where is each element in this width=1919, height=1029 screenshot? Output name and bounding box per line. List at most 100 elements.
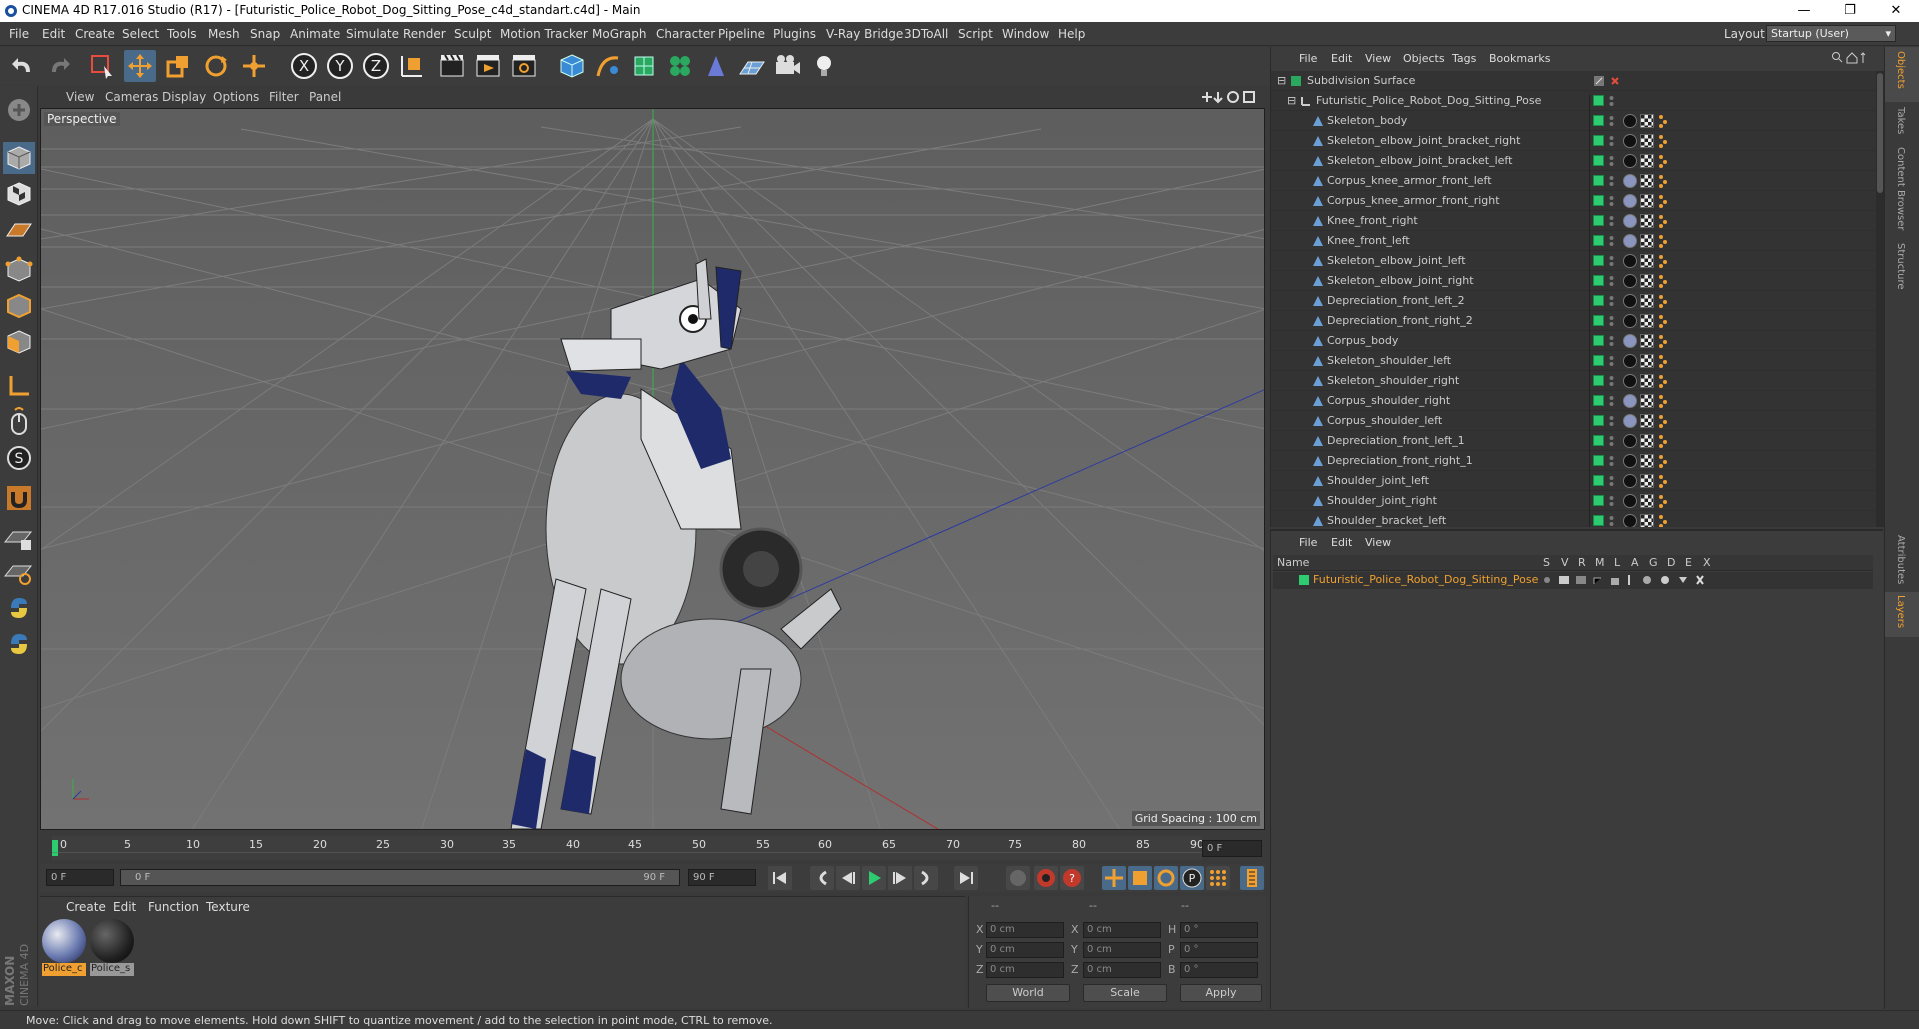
record-position-button[interactable]	[1006, 866, 1030, 890]
phong-tag-icon[interactable]	[1658, 494, 1668, 508]
apply-button[interactable]: Apply	[1180, 984, 1262, 1002]
timeline-ruler[interactable]: 0 5 10 15 20 25 30 35 40 45 50 55 60 65 …	[40, 832, 1265, 864]
texture-tag-icon[interactable]	[1623, 434, 1637, 448]
record-active-objects-button[interactable]	[1034, 866, 1058, 890]
phong-tag-icon[interactable]	[1658, 334, 1668, 348]
material-menu-edit[interactable]: Edit	[113, 900, 136, 914]
menu-file[interactable]: File	[9, 27, 29, 41]
size-mode-dropdown[interactable]: Scale	[1083, 984, 1167, 1002]
texture-tag-icon[interactable]	[1623, 374, 1637, 388]
phong-tag-icon[interactable]	[1658, 194, 1668, 208]
size-x-field[interactable]: 0 cm	[1083, 922, 1161, 938]
checker-tag-icon[interactable]	[1640, 314, 1654, 328]
visibility-dots-icon[interactable]	[1609, 173, 1614, 189]
layers-menu-view[interactable]: View	[1365, 536, 1391, 549]
layout-dropdown[interactable]: Startup (User) ▾	[1766, 25, 1896, 42]
object-row[interactable]: Knee_front_left	[1271, 231, 1876, 251]
object-row[interactable]: Skeleton_shoulder_left	[1271, 351, 1876, 371]
visibility-dots-icon[interactable]	[1609, 133, 1614, 149]
previous-frame-button[interactable]	[836, 866, 860, 890]
key-scale-button[interactable]	[1128, 866, 1152, 890]
polygons-mode-button[interactable]	[3, 326, 35, 358]
layer-color-swatch[interactable]	[1593, 455, 1604, 466]
object-row[interactable]: Shoulder_joint_left	[1271, 471, 1876, 491]
checker-tag-icon[interactable]	[1640, 274, 1654, 288]
rotation-p-field[interactable]: 0 °	[1180, 942, 1258, 958]
checker-tag-icon[interactable]	[1640, 154, 1654, 168]
texture-tag-icon[interactable]	[1623, 214, 1637, 228]
visibility-dots-icon[interactable]	[1609, 413, 1614, 429]
y-axis-lock-button[interactable]: Y	[324, 50, 356, 82]
rotation-b-field[interactable]: 0 °	[1180, 962, 1258, 978]
texture-tag-icon[interactable]	[1623, 194, 1637, 208]
visibility-dots-icon[interactable]	[1609, 113, 1614, 129]
object-row[interactable]: Skeleton_elbow_joint_right	[1271, 271, 1876, 291]
menu-edit[interactable]: Edit	[42, 27, 65, 41]
floor-button[interactable]	[736, 50, 768, 82]
layer-color-swatch[interactable]	[1593, 355, 1604, 366]
autokeying-button[interactable]: ?	[1060, 866, 1084, 890]
position-x-field[interactable]: 0 cm	[986, 922, 1064, 938]
checker-tag-icon[interactable]	[1640, 394, 1654, 408]
material-menu-create[interactable]: Create	[66, 900, 106, 914]
phong-tag-icon[interactable]	[1658, 394, 1668, 408]
visibility-dots-icon[interactable]	[1609, 273, 1614, 289]
phong-tag-icon[interactable]	[1658, 474, 1668, 488]
checker-tag-icon[interactable]	[1640, 494, 1654, 508]
axis-mode-button[interactable]	[3, 370, 35, 402]
size-y-field[interactable]: 0 cm	[1083, 942, 1161, 958]
go-to-start-button[interactable]	[768, 866, 792, 890]
frame-range-slider[interactable]: 0 F 90 F	[120, 869, 680, 886]
layer-color-swatch[interactable]	[1593, 95, 1604, 106]
position-z-field[interactable]: 0 cm	[986, 962, 1064, 978]
menu-script[interactable]: Script	[958, 27, 993, 41]
checker-tag-icon[interactable]	[1640, 454, 1654, 468]
current-frame-field[interactable]: 0 F	[1202, 840, 1262, 857]
key-pla-button[interactable]	[1206, 866, 1230, 890]
next-keyframe-button[interactable]	[914, 866, 938, 890]
material-swatch[interactable]: Police_c	[42, 919, 86, 977]
start-frame-field[interactable]: 0 F	[46, 869, 114, 886]
visibility-dots-icon[interactable]	[1609, 253, 1614, 269]
material-swatch[interactable]: Police_s	[90, 919, 134, 977]
make-editable-button[interactable]	[3, 94, 35, 126]
menu-snap[interactable]: Snap	[250, 27, 280, 41]
texture-tag-icon[interactable]	[1623, 394, 1637, 408]
key-rotation-button[interactable]	[1154, 866, 1178, 890]
visibility-dots-icon[interactable]	[1609, 333, 1614, 349]
phong-tag-icon[interactable]	[1658, 214, 1668, 228]
menu-select[interactable]: Select	[122, 27, 159, 41]
cloner-button[interactable]	[664, 50, 696, 82]
objects-menu-file[interactable]: File	[1299, 52, 1317, 65]
texture-tag-icon[interactable]	[1623, 414, 1637, 428]
menu-motion-tracker[interactable]: Motion Tracker	[500, 27, 588, 41]
layer-color-swatch[interactable]	[1593, 295, 1604, 306]
material-menu-function[interactable]: Function	[148, 900, 199, 914]
texture-tag-icon[interactable]	[1623, 514, 1637, 527]
phong-tag-icon[interactable]	[1658, 414, 1668, 428]
viewport-menu-filter[interactable]: Filter	[269, 90, 299, 104]
tab-content-browser[interactable]: Content Browser	[1895, 147, 1906, 230]
next-frame-button[interactable]	[888, 866, 912, 890]
layer-color-swatch[interactable]	[1593, 135, 1604, 146]
render-settings-button[interactable]	[508, 50, 540, 82]
phong-tag-icon[interactable]	[1658, 374, 1668, 388]
texture-tag-icon[interactable]	[1623, 254, 1637, 268]
move-tool-button[interactable]	[124, 50, 156, 82]
texture-tag-icon[interactable]	[1623, 154, 1637, 168]
object-manager-nav-icons[interactable]	[1831, 51, 1881, 65]
checker-tag-icon[interactable]	[1640, 214, 1654, 228]
visibility-dots-icon[interactable]	[1609, 473, 1614, 489]
rotate-tool-button[interactable]	[200, 50, 232, 82]
timeline-window-button[interactable]	[1240, 866, 1264, 890]
object-row[interactable]: Depreciation_front_left_1	[1271, 431, 1876, 451]
deformer-button[interactable]	[700, 50, 732, 82]
texture-tag-icon[interactable]	[1623, 494, 1637, 508]
phong-tag-icon[interactable]	[1658, 434, 1668, 448]
column-divider[interactable]	[1589, 95, 1590, 527]
layer-color-swatch[interactable]	[1593, 335, 1604, 346]
workplane-lock-button[interactable]	[3, 522, 35, 554]
menu-mesh[interactable]: Mesh	[208, 27, 240, 41]
3d-viewport[interactable]: Perspective Grid Spacing : 100 cm	[40, 108, 1265, 830]
python-script-button-2[interactable]	[3, 628, 35, 660]
